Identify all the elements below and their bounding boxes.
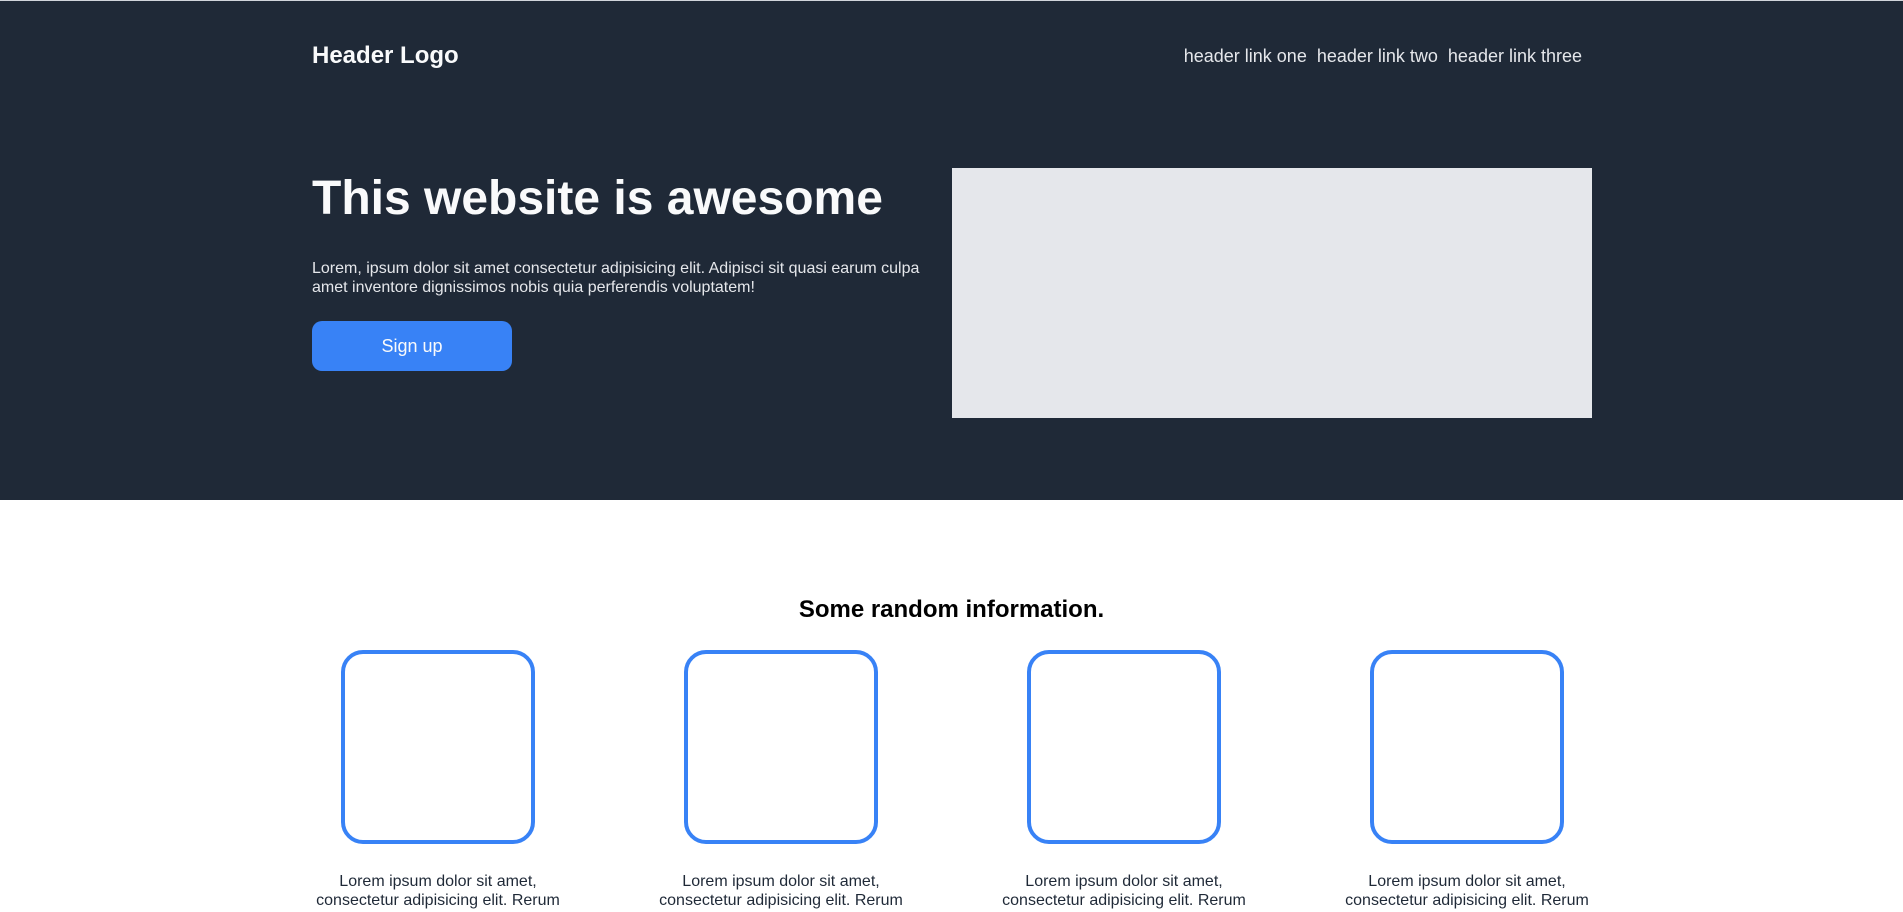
info-card-text: Lorem ipsum dolor sit amet, consectetur …	[659, 873, 903, 909]
info-card-text: Lorem ipsum dolor sit amet, consectetur …	[1002, 873, 1246, 909]
signup-button[interactable]: Sign up	[312, 321, 512, 371]
info-card-image-placeholder	[1027, 650, 1221, 844]
info-card: Lorem ipsum dolor sit amet, consectetur …	[1337, 650, 1597, 910]
hero-description: Lorem, ipsum dolor sit amet consectetur …	[312, 260, 920, 296]
info-card-text: Lorem ipsum dolor sit amet, consectetur …	[316, 873, 560, 909]
header-link-two[interactable]: header link two	[1317, 46, 1438, 67]
header-nav: header link one header link two header l…	[1184, 46, 1592, 67]
hero-image-placeholder	[952, 168, 1592, 418]
info-card: Lorem ipsum dolor sit amet, consectetur …	[651, 650, 911, 910]
info-card: Lorem ipsum dolor sit amet, consectetur …	[994, 650, 1254, 910]
header-link-one[interactable]: header link one	[1184, 46, 1307, 67]
header-link-three[interactable]: header link three	[1448, 46, 1582, 67]
info-card-image-placeholder	[1370, 650, 1564, 844]
header-logo[interactable]: Header Logo	[312, 42, 459, 70]
info-section-title: Some random information.	[798, 596, 1105, 623]
hero-section: Header Logo header link one header link …	[0, 0, 1903, 500]
hero-title: This website is awesome	[312, 172, 883, 225]
info-card-text: Lorem ipsum dolor sit amet, consectetur …	[1345, 873, 1589, 909]
info-card-image-placeholder	[684, 650, 878, 844]
info-card: Lorem ipsum dolor sit amet, consectetur …	[308, 650, 568, 910]
hero-text-block: This website is awesome Lorem, ipsum dol…	[312, 167, 952, 371]
info-card-image-placeholder	[341, 650, 535, 844]
site-header: Header Logo header link one header link …	[312, 41, 1592, 71]
